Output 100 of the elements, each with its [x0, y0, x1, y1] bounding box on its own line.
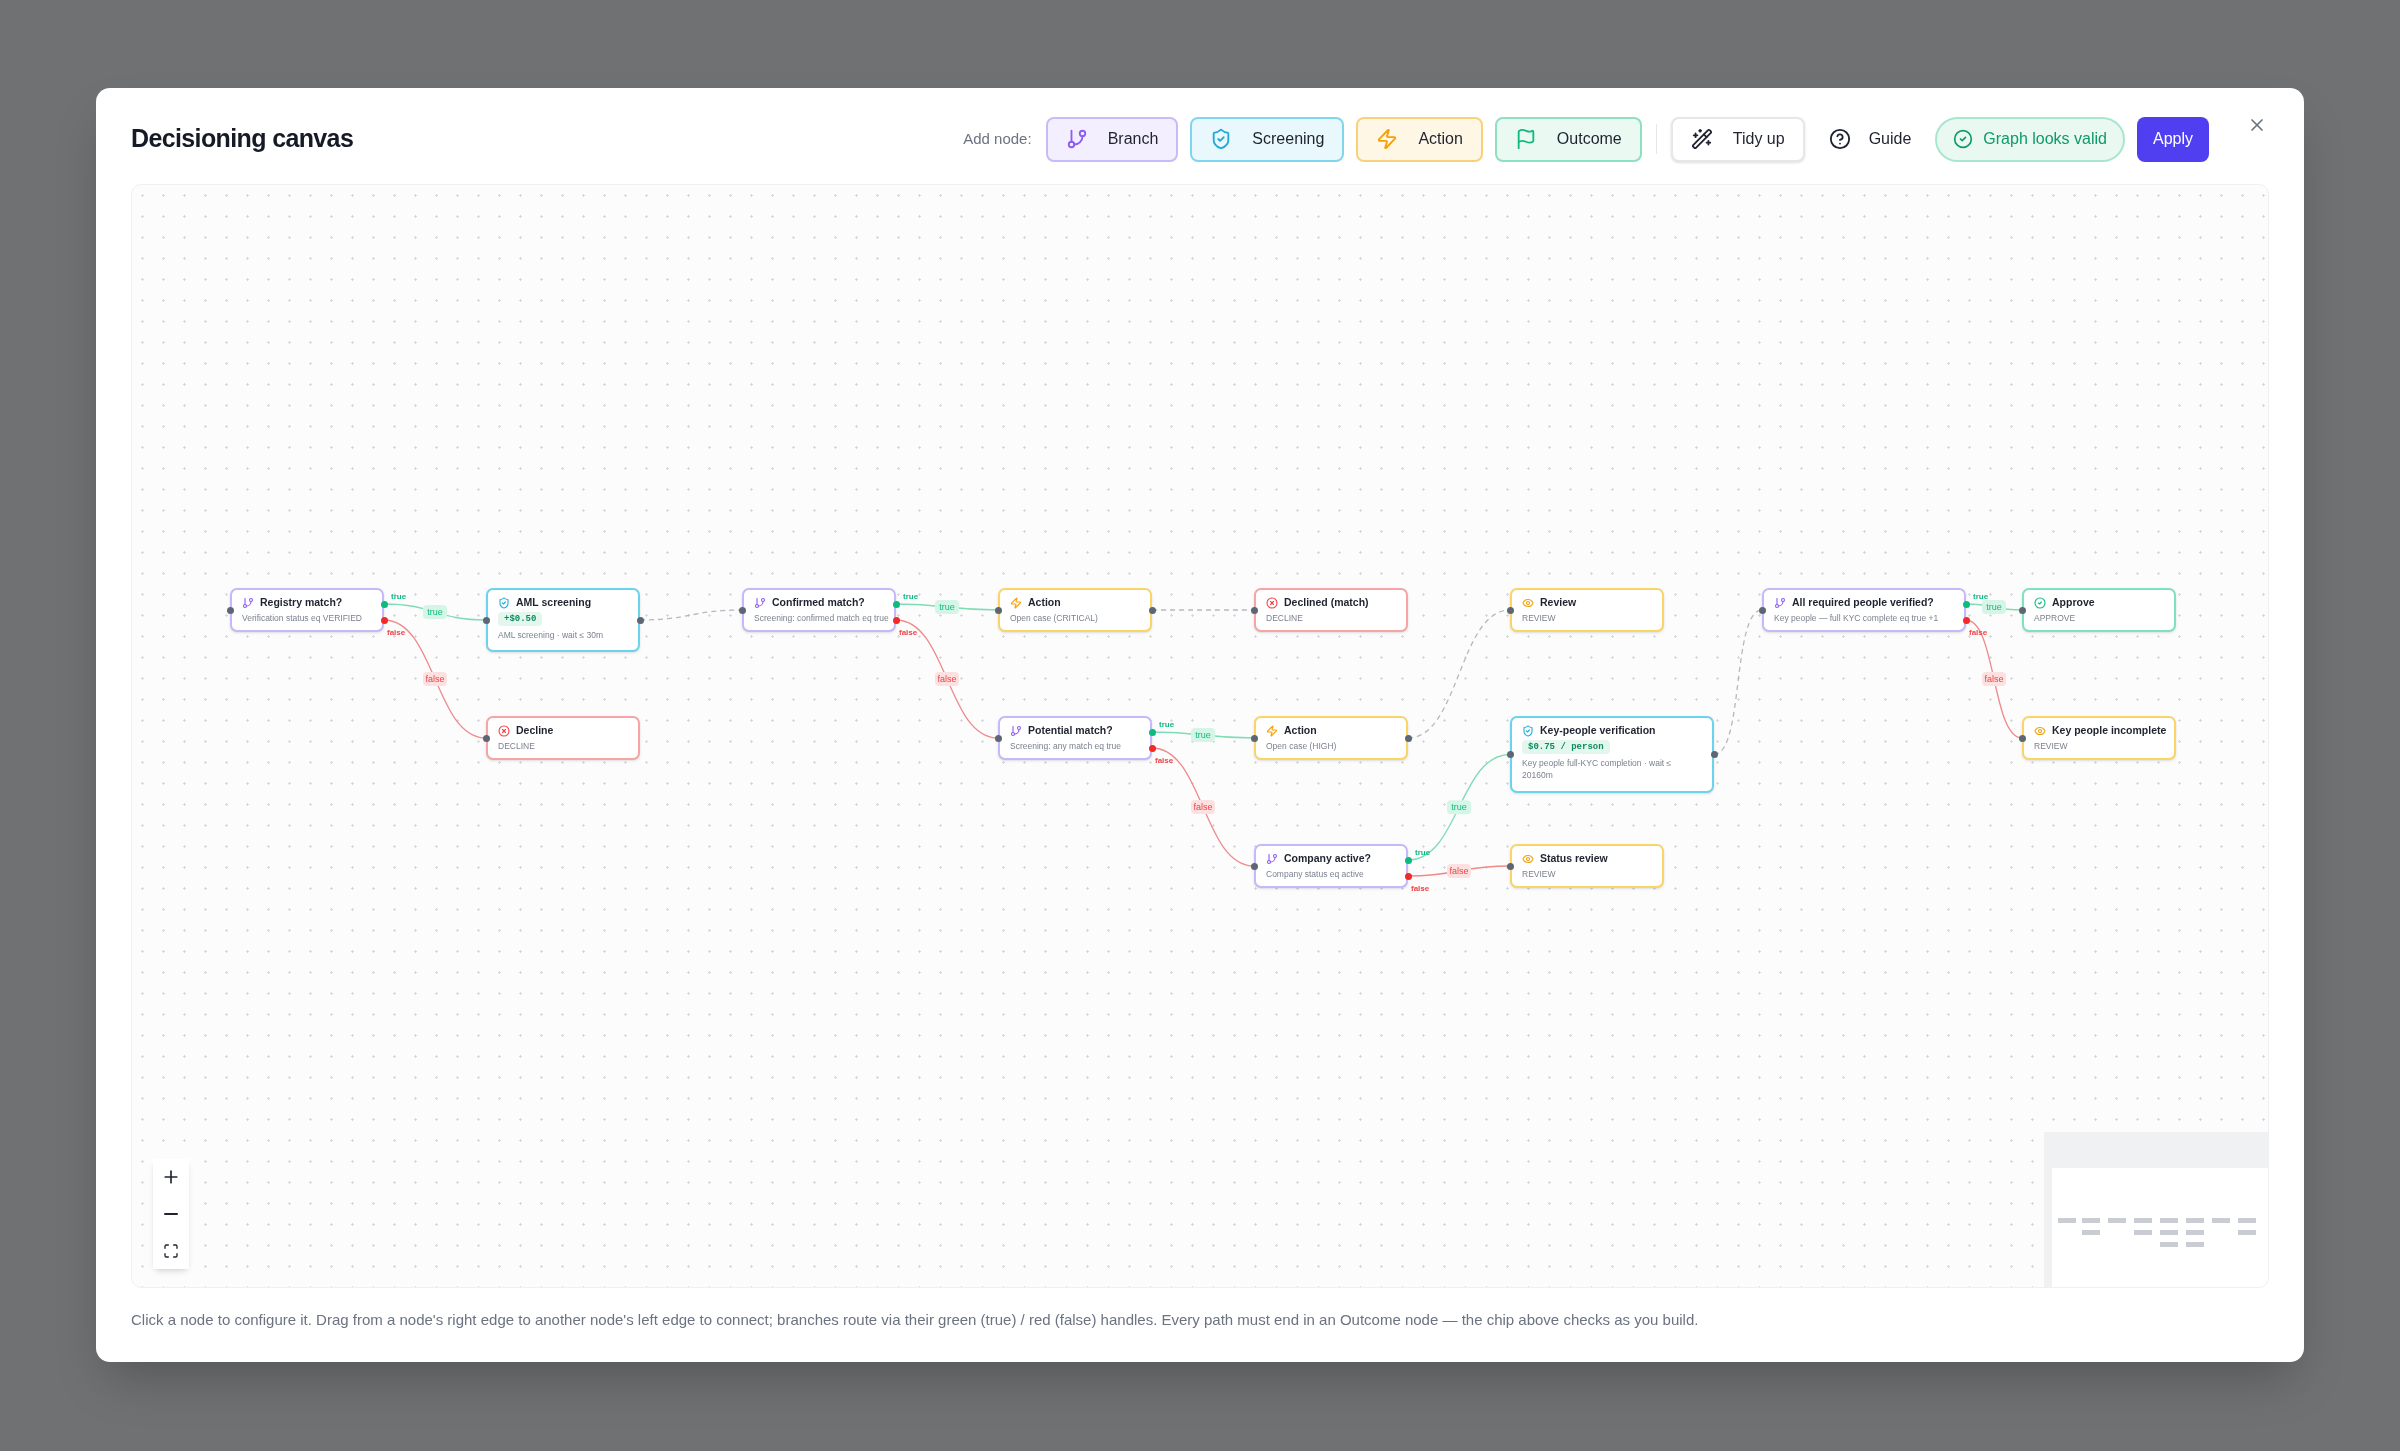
false-handle[interactable]	[380, 616, 388, 624]
add-node-button[interactable]: Screening	[1190, 116, 1345, 162]
edge-label: true	[1982, 600, 2006, 614]
connection-handle[interactable]	[1148, 606, 1156, 614]
node-title: Action	[1028, 596, 1061, 609]
action-node[interactable]: Action Open case (HIGH)	[1254, 716, 1408, 760]
add-node-button[interactable]: Branch	[1045, 116, 1179, 162]
branch-icon	[754, 596, 766, 609]
lightning-icon	[1266, 724, 1278, 737]
connection-handle[interactable]	[1506, 862, 1514, 870]
review-node[interactable]: Key people incomplete REVIEW	[2022, 716, 2176, 760]
add-node-button[interactable]: Action	[1356, 116, 1483, 162]
handle-label: true	[1415, 848, 1431, 857]
zoom-in-button[interactable]	[153, 1159, 189, 1195]
branch-icon	[242, 596, 254, 609]
tidy-up-button[interactable]: Tidy up	[1670, 116, 1805, 162]
node-title: Confirmed match?	[772, 596, 865, 609]
add-node-label: Add node:	[963, 128, 1032, 149]
node-subtitle: REVIEW	[1522, 868, 1556, 880]
true-handle[interactable]	[1962, 600, 1970, 608]
connection-handle[interactable]	[994, 606, 1002, 614]
edge-label: false	[1982, 672, 2006, 686]
node-title: Decline	[516, 724, 554, 737]
magic-wand-icon	[1690, 128, 1713, 150]
guide-button[interactable]: Guide	[1816, 116, 1924, 162]
eye-icon	[1522, 596, 1534, 609]
node-subtitle: DECLINE	[1266, 612, 1303, 624]
node-title: Review	[1540, 596, 1577, 609]
connection-handle[interactable]	[1506, 606, 1514, 614]
node-title: Action	[1284, 724, 1317, 737]
connection-handle[interactable]	[1758, 606, 1766, 614]
x-circle-icon	[498, 724, 510, 737]
edge-label: false	[935, 672, 959, 686]
connection-handle[interactable]	[1710, 751, 1718, 758]
fit-view-button[interactable]	[153, 1233, 189, 1269]
screening-node[interactable]: Key-people verification $0.75 / person Key people full-KYC completion · wait ≤ 20160m	[1510, 716, 1714, 793]
node-title: Approve	[2052, 596, 2095, 609]
handle-label: true	[1159, 720, 1175, 729]
price-tag: $0.75 / person	[1522, 740, 1610, 754]
approve-node[interactable]: Approve APPROVE	[2022, 588, 2176, 632]
connection-handle[interactable]	[1506, 751, 1514, 758]
true-handle[interactable]	[1148, 728, 1156, 736]
connection-handle[interactable]	[482, 616, 490, 624]
connection-handle[interactable]	[2018, 734, 2026, 742]
connection-handle[interactable]	[1404, 734, 1412, 742]
branch-icon	[1774, 596, 1786, 609]
handle-label: false	[1969, 628, 1988, 637]
node-subtitle: APPROVE	[2034, 612, 2076, 624]
branch-icon	[1065, 128, 1088, 150]
connection-handle[interactable]	[738, 606, 746, 614]
true-handle[interactable]	[380, 600, 388, 608]
validation-text: Graph looks valid	[1983, 129, 2107, 149]
node-title: Declined (match)	[1284, 596, 1369, 609]
false-handle[interactable]	[892, 616, 900, 624]
fit-view-icon	[163, 1243, 179, 1259]
x-circle-icon	[1266, 596, 1278, 609]
branch-icon	[1010, 724, 1022, 737]
branch-node[interactable]: Company active? Company status eq active	[1254, 844, 1408, 888]
handle-label: true	[903, 592, 919, 601]
true-handle[interactable]	[892, 600, 900, 608]
connection-handle[interactable]	[994, 734, 1002, 742]
shield-icon	[498, 596, 510, 609]
connection-handle[interactable]	[1250, 606, 1258, 614]
false-handle[interactable]	[1148, 744, 1156, 752]
node-title: Key-people verification	[1540, 724, 1656, 737]
connection-handle[interactable]	[2018, 606, 2026, 614]
false-handle[interactable]	[1962, 616, 1970, 624]
branch-node[interactable]: All required people verified? Key people — full KYC complete eq true +1	[1762, 588, 1966, 632]
edge-label: false	[1191, 800, 1215, 814]
handle-label: false	[387, 628, 406, 637]
review-node[interactable]: Status review REVIEW	[1510, 844, 1664, 888]
node-subtitle: Company status eq active	[1266, 868, 1364, 880]
connection-handle[interactable]	[226, 606, 234, 614]
node-subtitle: AML screening · wait ≤ 30m	[498, 629, 603, 641]
false-handle[interactable]	[1404, 872, 1412, 880]
decline-node[interactable]: Declined (match) DECLINE	[1254, 588, 1408, 632]
edge-label: true	[423, 605, 447, 619]
true-handle[interactable]	[1404, 856, 1412, 864]
node-title: Key people incomplete	[2052, 724, 2167, 737]
decline-node[interactable]: Decline DECLINE	[486, 716, 640, 760]
node-title: Company active?	[1284, 852, 1371, 865]
edge-label: false	[1447, 864, 1471, 878]
connection-handle[interactable]	[636, 616, 644, 624]
branch-node[interactable]: Registry match? Verification status eq VERIFIED	[230, 588, 384, 632]
review-node[interactable]: Review REVIEW	[1510, 588, 1664, 632]
screening-node[interactable]: AML screening +$0.50 AML screening · wait ≤ 30m	[486, 588, 640, 652]
add-node-button[interactable]: Outcome	[1494, 116, 1642, 162]
edge-label: true	[1191, 728, 1215, 742]
lightning-icon	[1376, 128, 1399, 150]
node-subtitle: REVIEW	[2034, 740, 2068, 752]
connection-handle[interactable]	[482, 734, 490, 742]
dialog-title: Decisioning canvas	[131, 123, 354, 155]
branch-node[interactable]: Potential match? Screening: any match eq true	[998, 716, 1152, 760]
node-subtitle: Key people full-KYC completion · wait ≤ 20160m	[1522, 757, 1673, 781]
edge-label: true	[1447, 800, 1471, 815]
branch-node[interactable]: Confirmed match? Screening: confirmed match eq true	[742, 588, 896, 632]
apply-button[interactable]: Apply	[2136, 116, 2209, 162]
connection-handle[interactable]	[1250, 862, 1258, 870]
connection-handle[interactable]	[1250, 734, 1258, 742]
action-node[interactable]: Action Open case (CRITICAL)	[998, 588, 1152, 632]
